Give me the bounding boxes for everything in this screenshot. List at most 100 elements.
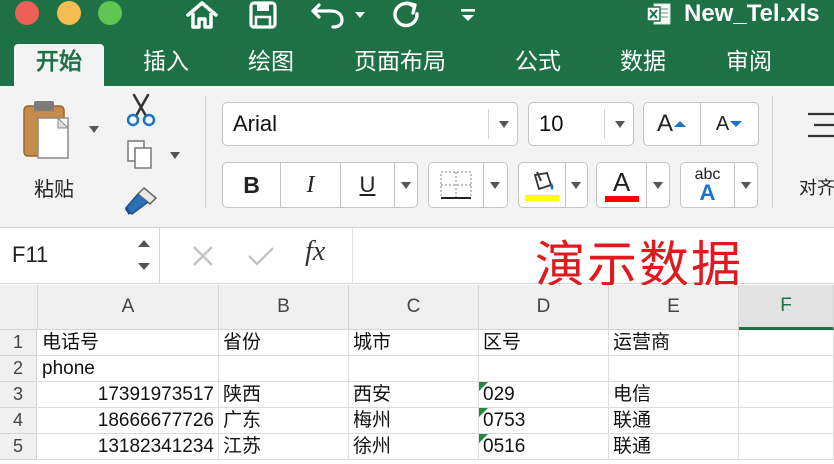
chevron-down-icon <box>401 181 411 189</box>
cell-d3[interactable]: 029 <box>479 382 609 408</box>
paste-button[interactable] <box>20 98 76 162</box>
column-header-a[interactable]: A <box>38 285 219 330</box>
cell-b2[interactable] <box>219 356 349 382</box>
cell-f1[interactable] <box>739 330 834 356</box>
name-box-stepper-icon[interactable] <box>136 237 152 273</box>
cell-a2[interactable]: phone <box>38 356 219 382</box>
home-ribbon: 粘贴 Arial 10 A A B I U A abc A 对齐 <box>0 86 834 228</box>
text-effects-options-button[interactable] <box>735 163 757 207</box>
cell-c1[interactable]: 城市 <box>349 330 479 356</box>
fill-color-options-button[interactable] <box>566 163 587 207</box>
align-lines-icon[interactable] <box>806 110 834 140</box>
zoom-window-button[interactable] <box>98 1 122 25</box>
select-all-corner[interactable] <box>0 285 38 330</box>
redo-icon[interactable] <box>390 0 424 30</box>
paste-options-chevron-down-icon[interactable] <box>89 126 99 133</box>
tab-draw[interactable]: 绘图 <box>248 44 294 86</box>
save-icon[interactable] <box>247 0 279 30</box>
cell-b1[interactable]: 省份 <box>219 330 349 356</box>
column-header-c[interactable]: C <box>349 285 479 330</box>
tab-review[interactable]: 审阅 <box>726 44 772 86</box>
cell-c4[interactable]: 梅州 <box>349 408 479 434</box>
cell-f5[interactable] <box>739 434 834 460</box>
font-color-options-button[interactable] <box>647 163 669 207</box>
copy-icon[interactable] <box>125 138 155 172</box>
cell-d5[interactable]: 0516 <box>479 434 609 460</box>
cell-d2[interactable] <box>479 356 609 382</box>
row-header-1[interactable]: 1 <box>0 330 37 356</box>
font-size-chevron-down-icon[interactable] <box>615 121 625 128</box>
tab-home[interactable]: 开始 <box>14 44 104 86</box>
cell-e1[interactable]: 运营商 <box>609 330 739 356</box>
cell-f2[interactable] <box>739 356 834 382</box>
minimize-window-button[interactable] <box>57 1 81 25</box>
home-icon[interactable] <box>184 0 220 30</box>
cell-b3[interactable]: 陕西 <box>219 382 349 408</box>
cell-c5[interactable]: 徐州 <box>349 434 479 460</box>
cell-e4[interactable]: 联通 <box>609 408 739 434</box>
underline-options-button[interactable] <box>395 163 417 207</box>
cell-a1[interactable]: 电话号 <box>38 330 219 356</box>
enter-checkmark-icon[interactable] <box>247 245 275 267</box>
name-box[interactable]: F11 <box>0 228 160 283</box>
cell-e3[interactable]: 电信 <box>609 382 739 408</box>
font-name-select[interactable]: Arial <box>222 102 518 146</box>
column-header-f[interactable]: F <box>739 285 834 330</box>
font-color-swatch <box>604 196 639 202</box>
row-header-3[interactable]: 3 <box>0 382 37 408</box>
cell-a4[interactable]: 18666677726 <box>38 408 219 434</box>
undo-icon[interactable] <box>308 0 348 30</box>
borders-options-button[interactable] <box>484 163 507 207</box>
decrease-font-size-button[interactable]: A <box>701 103 758 145</box>
cell-c3[interactable]: 西安 <box>349 382 479 408</box>
cell-d1[interactable]: 区号 <box>479 330 609 356</box>
cell-a5[interactable]: 13182341234 <box>38 434 219 460</box>
font-size-select[interactable]: 10 <box>528 102 634 146</box>
fx-function-icon[interactable]: fx <box>305 236 325 268</box>
font-color-button[interactable]: A <box>597 163 647 207</box>
chevron-down-icon <box>741 181 751 189</box>
cell-e5[interactable]: 联通 <box>609 434 739 460</box>
title-bar: New_Tel.xls <box>0 0 834 38</box>
column-header-d[interactable]: D <box>479 285 609 330</box>
cell-d5-value: 0516 <box>483 436 526 457</box>
cell-f4[interactable] <box>739 408 834 434</box>
increase-font-size-button[interactable]: A <box>644 103 702 145</box>
cancel-x-icon[interactable] <box>191 245 215 267</box>
cut-scissors-icon[interactable] <box>124 92 158 128</box>
font-name-chevron-down-icon[interactable] <box>499 121 509 128</box>
tab-insert[interactable]: 插入 <box>143 44 189 86</box>
font-color-letter: A <box>612 167 631 197</box>
underline-button[interactable]: U <box>341 163 395 207</box>
cell-e2[interactable] <box>609 356 739 382</box>
font-color-group: A <box>596 162 670 208</box>
excel-file-icon <box>646 2 672 26</box>
cell-c2[interactable] <box>349 356 479 382</box>
italic-button[interactable]: I <box>281 163 341 207</box>
fill-color-button[interactable] <box>519 163 566 207</box>
cell-a3[interactable]: 17391973517 <box>38 382 219 408</box>
cell-b4[interactable]: 广东 <box>219 408 349 434</box>
copy-options-chevron-down-icon[interactable] <box>170 152 180 159</box>
dropdown-divider <box>488 109 489 139</box>
row-header-2[interactable]: 2 <box>0 356 37 382</box>
arrow-down-icon <box>730 121 743 127</box>
text-effects-button[interactable]: abc A <box>681 163 735 207</box>
cell-b5[interactable]: 江苏 <box>219 434 349 460</box>
column-header-e[interactable]: E <box>609 285 739 330</box>
customize-toolbar-icon[interactable] <box>458 0 478 30</box>
close-window-button[interactable] <box>15 1 39 25</box>
borders-button[interactable] <box>429 163 484 207</box>
row-header-4[interactable]: 4 <box>0 408 37 434</box>
bold-button[interactable]: B <box>223 163 281 207</box>
row-header-5[interactable]: 5 <box>0 434 37 460</box>
cell-f3[interactable] <box>739 382 834 408</box>
tab-page-layout[interactable]: 页面布局 <box>354 44 446 86</box>
undo-dropdown-chevron-down-icon[interactable] <box>352 0 368 30</box>
tab-data[interactable]: 数据 <box>620 44 666 86</box>
format-painter-icon[interactable] <box>122 184 160 218</box>
cell-d4[interactable]: 0753 <box>479 408 609 434</box>
tab-formulas[interactable]: 公式 <box>515 44 561 86</box>
document-title: New_Tel.xls <box>684 0 820 27</box>
column-header-b[interactable]: B <box>219 285 349 330</box>
